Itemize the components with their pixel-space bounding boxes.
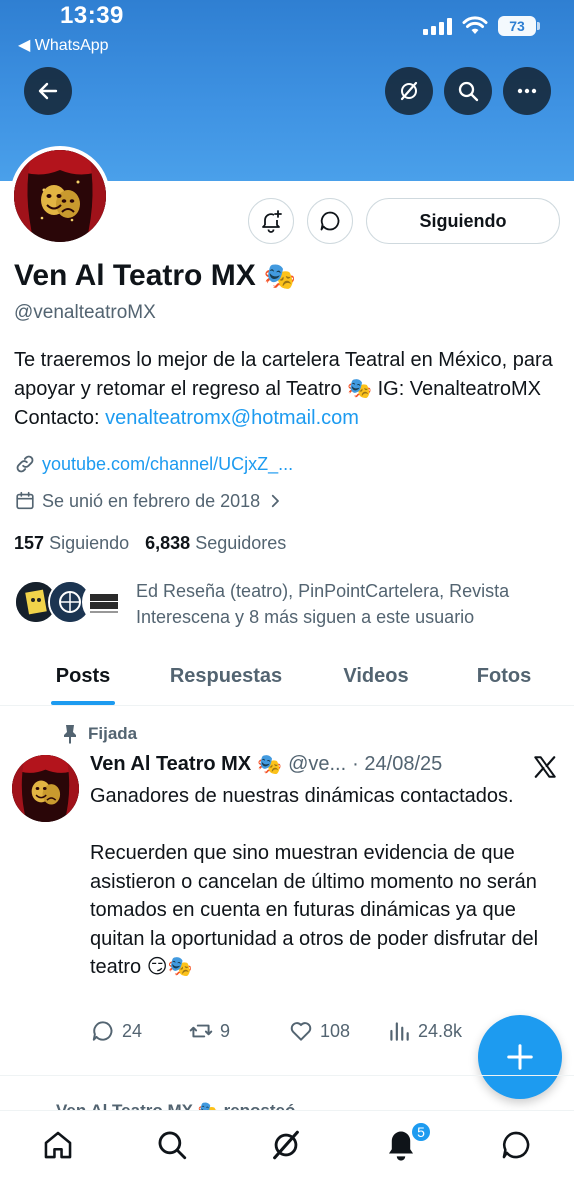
nav-search[interactable] bbox=[152, 1125, 192, 1165]
nav-home[interactable] bbox=[38, 1125, 78, 1165]
wifi-icon bbox=[462, 16, 488, 34]
post-body: Ganadores de nuestras dinámicas contacta… bbox=[90, 785, 539, 978]
pin-icon bbox=[64, 725, 76, 744]
bell-plus-icon bbox=[262, 210, 282, 233]
tab-videos[interactable]: Videos bbox=[286, 648, 466, 705]
compose-post-button[interactable] bbox=[478, 1015, 562, 1099]
follow-counts: 157 Siguiendo 6,838 Seguidores bbox=[14, 533, 286, 554]
grok-icon bbox=[273, 1130, 299, 1160]
search-icon bbox=[158, 1131, 187, 1160]
repost-button[interactable]: 9 bbox=[188, 1018, 288, 1044]
post-divider bbox=[0, 1075, 574, 1076]
arrow-left-icon bbox=[38, 82, 58, 100]
bar-chart-icon bbox=[390, 1022, 409, 1041]
more-dots-icon bbox=[517, 88, 537, 94]
profile-name-text: Ven Al Teatro MX bbox=[14, 259, 256, 292]
theater-masks-emoji: 🎭 bbox=[263, 260, 297, 291]
status-time: 13:39 bbox=[60, 2, 124, 29]
profile-bio: Te traeremos lo mejor de la cartelera Te… bbox=[14, 346, 560, 433]
battery-icon: 73 bbox=[498, 16, 540, 36]
post-actions: 24 9 108 24.8k bbox=[90, 1018, 486, 1044]
post-header: Ven Al Teatro MX 🎭 @ve... · 24/08/25 bbox=[90, 752, 442, 777]
tab-posts[interactable]: Posts bbox=[0, 648, 166, 705]
calendar-icon bbox=[16, 491, 34, 510]
nav-messages[interactable] bbox=[496, 1125, 536, 1165]
active-tab-indicator bbox=[51, 701, 115, 705]
chat-bubble-icon bbox=[502, 1131, 530, 1159]
search-icon bbox=[458, 81, 479, 102]
following-button[interactable]: Siguiendo bbox=[366, 198, 560, 244]
post-author-handle: @ve... bbox=[288, 753, 347, 775]
chat-bubble-icon bbox=[320, 211, 340, 231]
status-bar: 13:39 ◀ WhatsApp 73 bbox=[0, 0, 574, 60]
repost-icon bbox=[189, 1024, 213, 1038]
website-row: youtube.com/channel/UCjxZ_... bbox=[14, 453, 293, 475]
views-button[interactable]: 24.8k bbox=[386, 1018, 486, 1044]
tab-fotos[interactable]: Fotos bbox=[466, 648, 542, 705]
website-link[interactable]: youtube.com/channel/UCjxZ_... bbox=[42, 454, 293, 475]
pinned-label: Fijada bbox=[62, 724, 137, 744]
heart-icon bbox=[290, 1022, 312, 1041]
nav-grok[interactable] bbox=[266, 1125, 306, 1165]
message-button[interactable] bbox=[307, 198, 353, 244]
grok-button[interactable] bbox=[385, 67, 433, 115]
post-author-avatar[interactable] bbox=[12, 755, 79, 822]
known-follower-avatar bbox=[82, 580, 126, 624]
reply-icon bbox=[92, 1021, 113, 1041]
theater-masks-logo-icon bbox=[14, 150, 106, 242]
grok-icon bbox=[400, 81, 418, 101]
post-author-name[interactable]: Ven Al Teatro MX bbox=[90, 753, 251, 776]
profile-name: Ven Al Teatro MX 🎭 bbox=[14, 259, 296, 293]
bio-email-link[interactable]: venalteatromx@hotmail.com bbox=[105, 407, 359, 429]
status-icons: 73 bbox=[423, 16, 540, 36]
profile-avatar[interactable] bbox=[10, 146, 110, 246]
profile-tabs: Posts Respuestas Videos Fotos bbox=[0, 648, 574, 706]
back-button[interactable] bbox=[24, 67, 72, 115]
chevron-right-icon bbox=[272, 494, 280, 508]
joined-date: Se unió en febrero de 2018 bbox=[42, 490, 261, 511]
tab-respuestas[interactable]: Respuestas bbox=[166, 648, 286, 705]
reply-button[interactable]: 24 bbox=[90, 1018, 188, 1044]
theater-masks-emoji: 🎭 bbox=[257, 754, 283, 776]
more-options-button[interactable] bbox=[503, 67, 551, 115]
known-followers-text[interactable]: Ed Reseña (teatro), PinPointCartelera, R… bbox=[136, 578, 556, 630]
signal-icon bbox=[423, 17, 452, 35]
like-button[interactable]: 108 bbox=[288, 1018, 386, 1044]
plus-icon bbox=[507, 1044, 533, 1070]
theater-masks-logo-icon bbox=[12, 755, 79, 822]
post-date: · 24/08/25 bbox=[352, 753, 443, 775]
back-to-whatsapp-link[interactable]: ◀ WhatsApp bbox=[18, 35, 109, 55]
notifications-subscribe-button[interactable] bbox=[248, 198, 294, 244]
joined-row[interactable]: Se unió en febrero de 2018 bbox=[14, 490, 284, 512]
link-icon bbox=[16, 455, 34, 473]
followers-count-link[interactable]: 6,838 Seguidores bbox=[145, 533, 286, 554]
search-button[interactable] bbox=[444, 67, 492, 115]
home-icon bbox=[44, 1131, 72, 1159]
known-followers-avatars[interactable] bbox=[14, 580, 126, 624]
notifications-badge: 5 bbox=[410, 1121, 432, 1143]
bottom-navigation: 5 bbox=[0, 1110, 574, 1200]
profile-handle: @venalteatroMX bbox=[14, 302, 156, 323]
x-logo-icon[interactable] bbox=[532, 754, 558, 780]
following-count-link[interactable]: 157 Siguiendo bbox=[14, 533, 129, 554]
